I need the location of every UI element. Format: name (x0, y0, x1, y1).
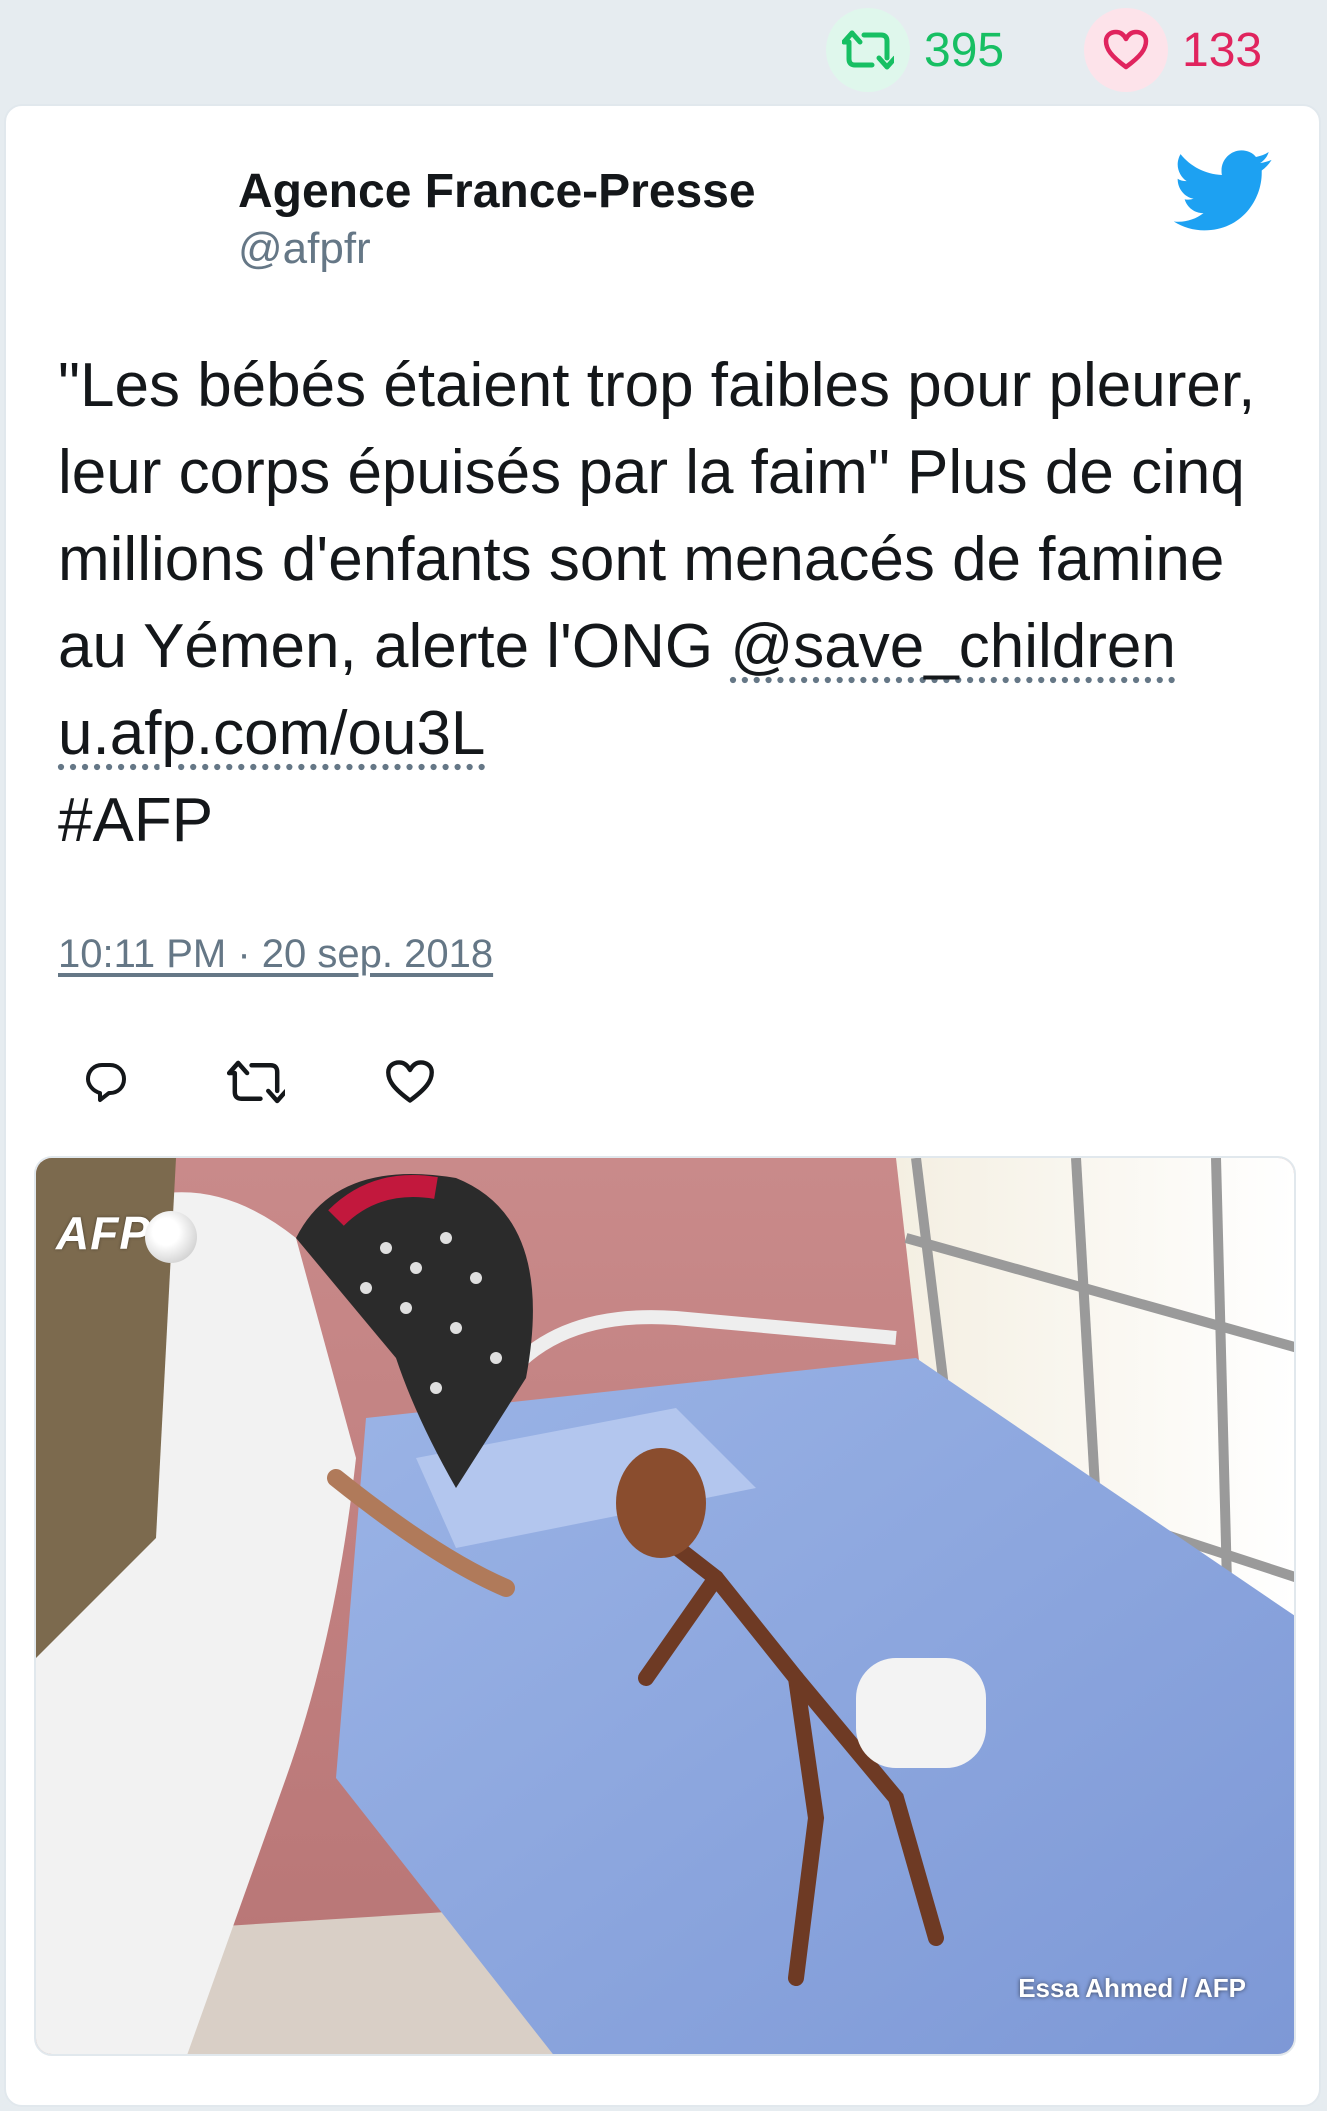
mention-link[interactable]: @save_children (730, 612, 1176, 681)
retweet-icon (826, 8, 910, 92)
afp-logo-ball (145, 1210, 197, 1263)
tweet-text: "Les bébés étaient trop faibles pour ple… (58, 342, 1258, 864)
author-handle[interactable]: @afpfr (238, 224, 371, 274)
twitter-bird-icon[interactable] (1173, 150, 1274, 232)
heart-icon (1084, 8, 1168, 92)
retweet-action-icon (227, 1060, 285, 1104)
photo-credit: Essa Ahmed / AFP (1018, 1973, 1246, 2003)
reply-button[interactable] (76, 1052, 136, 1112)
reply-icon (86, 1063, 126, 1102)
tweet-timestamp[interactable]: 10:11 PM · 20 sep. 2018 (58, 932, 493, 977)
like-action-icon (386, 1060, 434, 1103)
like-stat[interactable]: 133 (1084, 8, 1262, 92)
retweet-stat[interactable]: 395 (826, 8, 1004, 92)
hashtag[interactable]: #AFP (58, 786, 213, 855)
like-button[interactable] (380, 1052, 440, 1112)
tweet-photo[interactable]: AFP Essa Ahmed / AFP (34, 1156, 1296, 2056)
like-count: 133 (1182, 23, 1263, 77)
photo-scene (36, 1158, 1294, 2054)
engagement-stats: 395 133 (0, 0, 1327, 100)
retweet-button[interactable] (226, 1052, 286, 1112)
tweet-card[interactable]: Agence France-Presse @afpfr "Les bébés é… (4, 104, 1321, 2107)
afp-logo: AFP (56, 1206, 197, 1263)
afp-logo-text: AFP (56, 1207, 151, 1259)
url-link[interactable]: u.afp.com/ou3L (58, 699, 485, 768)
retweet-count: 395 (924, 23, 1005, 77)
author-name[interactable]: Agence France-Presse (238, 164, 756, 219)
